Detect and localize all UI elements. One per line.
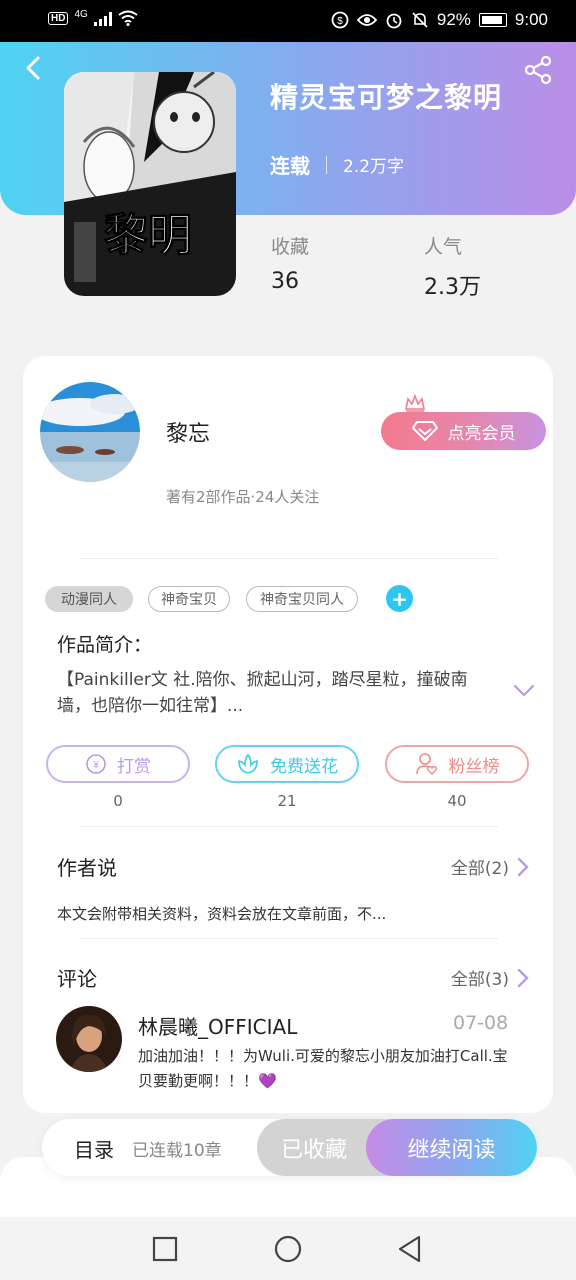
- battery-icon: [478, 13, 507, 27]
- author-say-all-link[interactable]: 全部(2): [451, 854, 529, 879]
- tip-count: 0: [113, 792, 123, 810]
- divider: [80, 938, 498, 939]
- share-icon[interactable]: [522, 54, 554, 86]
- mute-icon: [412, 12, 428, 28]
- diamond-icon: [411, 421, 438, 441]
- vip-button-label: 点亮会员: [447, 423, 516, 444]
- send-flower-button[interactable]: 免费送花: [215, 745, 359, 783]
- toc-button[interactable]: 目录: [74, 1134, 114, 1163]
- author-meta: 著有2部作品·24人关注: [166, 488, 320, 506]
- book-title: 精灵宝可梦之黎明: [270, 81, 503, 114]
- collect-label: 收藏: [271, 236, 310, 258]
- tag-item[interactable]: 动漫同人: [45, 586, 133, 612]
- comments-all-link[interactable]: 全部(3): [451, 965, 529, 990]
- toc-chapter-count: 已连载10章: [132, 1141, 222, 1161]
- popularity-label: 人气: [424, 236, 463, 258]
- data-saver-icon: $: [331, 11, 349, 29]
- divider: [326, 155, 327, 174]
- svg-text:¥: ¥: [92, 760, 99, 771]
- network-type: 4G: [74, 8, 88, 20]
- divider: [80, 826, 498, 827]
- author-name[interactable]: 黎忘: [166, 416, 210, 448]
- crown-icon: [405, 394, 425, 412]
- chevron-right-icon: [517, 968, 529, 987]
- alarm-icon: [386, 13, 402, 29]
- comments-title: 评论: [57, 967, 97, 991]
- home-icon[interactable]: [274, 1235, 302, 1263]
- comment-text: 加油加油！！！为Wuli.可爱的黎忘小朋友加油打Call.宝贝要勤更啊！！！💜: [138, 1047, 508, 1090]
- tip-button[interactable]: ¥ 打赏: [46, 745, 190, 783]
- vip-button[interactable]: 点亮会员: [381, 412, 546, 450]
- intro-text: 【Painkiller文 社.陪你、掀起山河，踏尽星粒，撞破南墙，也陪你一如往常…: [57, 670, 468, 716]
- tag-item[interactable]: 神奇宝贝同人: [246, 586, 358, 612]
- chevron-down-icon[interactable]: [513, 684, 535, 698]
- back-icon[interactable]: [397, 1235, 423, 1263]
- tag-item[interactable]: 神奇宝贝: [148, 586, 230, 612]
- fan-rank-count: 40: [447, 792, 467, 810]
- serial-status: 连载: [270, 154, 310, 178]
- cover-illustration: 黎明: [64, 72, 236, 296]
- book-detail-card: 黎忘 著有2部作品·24人关注 点亮会员 动漫同人 神奇宝贝 神奇宝贝同人 + …: [23, 356, 553, 1113]
- tip-label: 打赏: [117, 756, 151, 777]
- avatar-image: [40, 382, 140, 482]
- fan-rank-label: 粉丝榜: [448, 756, 500, 777]
- word-count: 2.2万字: [343, 157, 405, 177]
- coin-icon: ¥: [86, 754, 106, 774]
- eye-icon: [356, 14, 377, 26]
- hd-icon: HD: [48, 11, 69, 25]
- book-cover[interactable]: 黎明: [64, 72, 236, 296]
- chevron-right-icon: [517, 857, 529, 876]
- flower-count: 21: [277, 792, 297, 810]
- svg-text:$: $: [337, 16, 343, 27]
- clock: 9:00: [514, 10, 548, 29]
- author-say-all-label: 全部(2): [450, 859, 509, 879]
- collect-stat: 收藏 36: [271, 232, 309, 294]
- collect-value: 36: [271, 269, 299, 294]
- popularity-value: 2.3万: [424, 275, 481, 300]
- intro-title: 作品简介：: [57, 634, 153, 656]
- author-avatar[interactable]: [40, 382, 140, 482]
- signal-icon: [93, 10, 112, 26]
- status-bar: HD 4G $ 92% 9:00: [0, 0, 576, 42]
- bottom-action-bar: 目录 已连载10章 已收藏 继续阅读: [42, 1119, 537, 1176]
- continue-reading-button[interactable]: 继续阅读: [366, 1119, 537, 1176]
- recent-apps-icon[interactable]: [152, 1236, 178, 1262]
- cover-title-text: 黎明: [104, 210, 192, 261]
- author-say-text[interactable]: 本文会附带相关资料，资料会放在文章前面，不...: [57, 903, 386, 924]
- commenter-avatar-image: [56, 1006, 122, 1072]
- author-say-title: 作者说: [57, 856, 117, 880]
- system-navigation-bar: [0, 1217, 576, 1280]
- fan-rank-button[interactable]: 粉丝榜: [385, 745, 529, 783]
- popularity-stat: 人气 2.3万: [424, 232, 481, 301]
- flower-icon: [238, 753, 258, 774]
- comment-date: 07-08: [453, 1012, 509, 1034]
- send-flower-label: 免费送花: [270, 756, 338, 777]
- add-tag-button[interactable]: +: [386, 585, 413, 612]
- comments-all-label: 全部(3): [450, 970, 509, 990]
- commenter-avatar[interactable]: [56, 1006, 122, 1072]
- divider: [80, 558, 498, 559]
- book-status-row: 连载 2.2万字: [270, 150, 404, 179]
- back-arrow-icon[interactable]: [22, 56, 46, 80]
- wifi-icon: [118, 10, 138, 26]
- battery-percent: 92%: [436, 10, 471, 29]
- user-heart-icon: [415, 753, 437, 775]
- commenter-name[interactable]: 林晨曦_OFFICIAL: [138, 1011, 297, 1040]
